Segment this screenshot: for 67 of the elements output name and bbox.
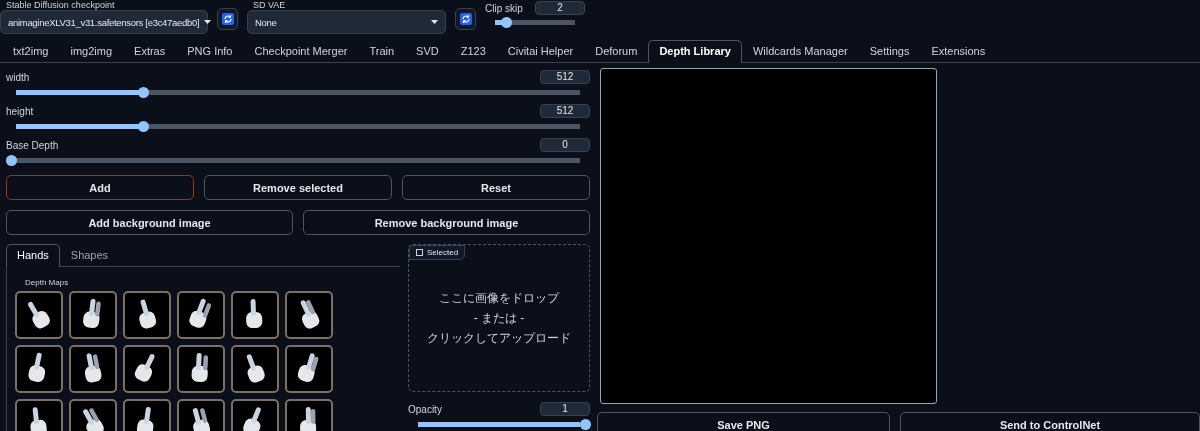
gallery-label: Depth Maps (25, 278, 69, 287)
slider-label: Clip skip (485, 2, 523, 14)
tab[interactable]: Extras (123, 40, 177, 62)
depth-map-thumbnail[interactable] (285, 345, 333, 393)
upload-hint: ここに画像をドロップ (439, 289, 559, 307)
tab[interactable]: Settings (858, 40, 921, 62)
caret-icon (431, 20, 438, 24)
depth-map-thumbnail[interactable] (69, 345, 117, 393)
depth-map-thumbnail[interactable] (177, 291, 225, 339)
tab[interactable]: Shapes (59, 244, 120, 266)
number-field[interactable]: 2 (535, 1, 585, 15)
slider-handle[interactable] (137, 87, 149, 98)
number-field[interactable]: 1 (540, 402, 590, 416)
upload-label: Selected (427, 248, 459, 257)
refresh-icon (221, 13, 234, 25)
tab[interactable]: Depth Library (648, 40, 742, 63)
number-field[interactable]: 512 (540, 104, 590, 118)
tab[interactable]: Checkpoint Merger (243, 40, 359, 62)
slider-handle[interactable] (579, 419, 591, 430)
tab[interactable]: img2img (59, 40, 124, 62)
canvas-button[interactable]: Save PNG (597, 412, 890, 431)
field-label: SD VAE (252, 0, 287, 10)
tab[interactable]: Hands (6, 244, 60, 267)
action-button[interactable]: Remove selected (204, 175, 392, 200)
number-field[interactable]: 0 (540, 138, 590, 152)
vae-dropdown[interactable]: None (247, 10, 446, 34)
slider-label: width (6, 71, 30, 83)
slider-handle[interactable] (137, 121, 149, 132)
refresh-button[interactable] (217, 8, 238, 30)
depth-map-thumbnail[interactable] (177, 345, 225, 393)
caret-icon (204, 20, 212, 24)
depth-map-thumbnail[interactable] (231, 345, 279, 393)
slider-label: Opacity (408, 403, 442, 415)
tab[interactable]: Train (358, 40, 406, 62)
slider-handle[interactable] (5, 155, 17, 166)
tab[interactable]: SVD (405, 40, 450, 62)
slider-label: height (6, 105, 34, 117)
number-field[interactable]: 512 (540, 70, 590, 84)
slider-label: Base Depth (6, 139, 59, 151)
depth-map-thumbnail[interactable] (15, 345, 63, 393)
tab[interactable]: Civitai Helper (496, 40, 585, 62)
upload-hint: - または - (473, 309, 525, 327)
action-button[interactable]: Add (6, 175, 194, 200)
field-label: Stable Diffusion checkpoint (5, 0, 116, 10)
tab[interactable]: Deforum (584, 40, 649, 62)
tab[interactable]: txt2img (2, 40, 60, 62)
checkpoint-dropdown[interactable]: animagineXLV31_v31.safetensors [e3c47aedb0] (0, 10, 208, 34)
canvas-button[interactable]: Send to ControlNet (900, 412, 1200, 431)
slider-handle[interactable] (500, 17, 512, 28)
upload-area[interactable]: Selected ここに画像をドロップ - または - クリックしてアップロード (408, 244, 590, 392)
depth-map-thumbnail[interactable] (231, 291, 279, 339)
image-icon (416, 249, 423, 256)
tab[interactable]: Wildcards Manager (741, 40, 859, 62)
upload-hint: クリックしてアップロード (427, 329, 571, 347)
tab[interactable]: PNG Info (176, 40, 244, 62)
depth-map-thumbnail[interactable] (123, 345, 171, 393)
background-button[interactable]: Remove background image (303, 210, 590, 235)
tab[interactable]: Z123 (449, 40, 497, 62)
refresh-icon (459, 13, 472, 25)
depth-map-thumbnail[interactable] (69, 291, 117, 339)
tab[interactable]: Extensions (920, 40, 997, 62)
action-button[interactable]: Reset (402, 175, 590, 200)
refresh-button[interactable] (455, 8, 476, 30)
depth-map-thumbnail[interactable] (15, 291, 63, 339)
background-button[interactable]: Add background image (6, 210, 293, 235)
depth-map-thumbnail[interactable] (123, 291, 171, 339)
depth-map-thumbnail[interactable] (285, 291, 333, 339)
